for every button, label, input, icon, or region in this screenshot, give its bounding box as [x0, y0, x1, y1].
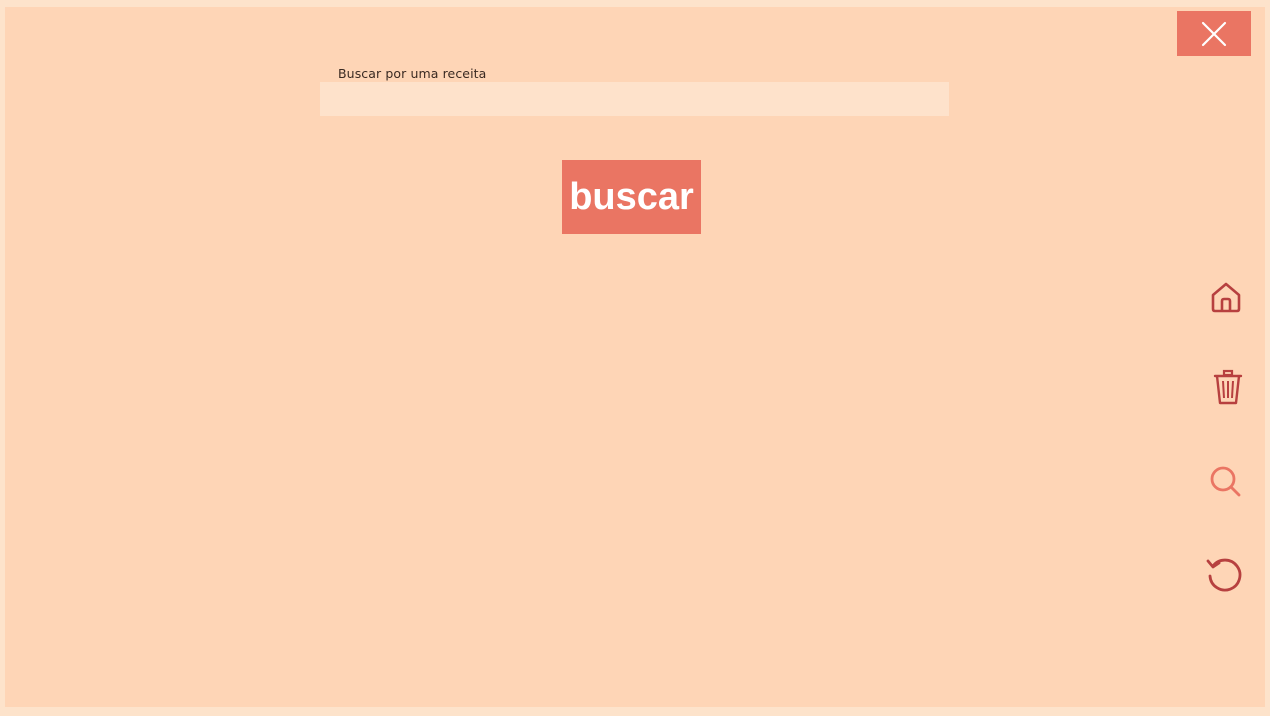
close-button[interactable]	[1177, 11, 1251, 56]
trash-icon	[1213, 369, 1243, 405]
home-button[interactable]	[1206, 277, 1246, 317]
search-input[interactable]	[320, 82, 949, 116]
search-button[interactable]: buscar	[562, 160, 701, 234]
close-icon	[1201, 21, 1227, 46]
search-icon	[1210, 466, 1241, 497]
refresh-button[interactable]	[1204, 553, 1244, 593]
refresh-icon	[1206, 558, 1242, 592]
trash-button[interactable]	[1208, 368, 1248, 408]
search-label: Buscar por uma receita	[338, 66, 487, 81]
home-icon	[1211, 282, 1241, 313]
search-nav-button[interactable]	[1206, 462, 1246, 502]
